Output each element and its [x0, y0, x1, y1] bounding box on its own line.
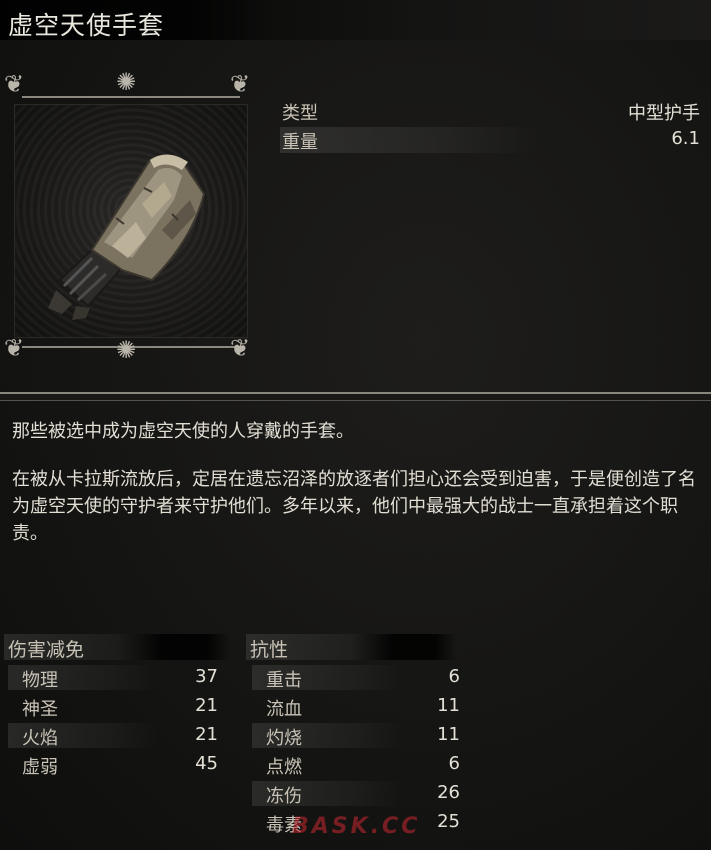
ornament-bottom-right-icon: ❦: [230, 334, 251, 362]
resistance-value: 11: [437, 695, 460, 716]
resistance-row: 重击 6: [252, 664, 460, 691]
resistance-label: 点燃: [266, 757, 302, 778]
damage-value: 37: [195, 666, 218, 687]
damage-value: 21: [195, 724, 218, 745]
resistance-title: 抗性: [250, 639, 289, 661]
ornament-top-left-icon: ❦: [4, 70, 25, 98]
stat-value: 6.1: [671, 128, 700, 149]
damage-reduction-header: 伤害减免: [4, 634, 230, 661]
damage-row: 火焰 21: [8, 722, 218, 749]
item-title: 虚空天使手套: [8, 11, 165, 40]
damage-row: 物理 37: [8, 664, 218, 691]
resistance-header: 抗性: [246, 634, 456, 661]
description-line: 那些被选中成为虚空天使的人穿戴的手套。: [12, 421, 354, 442]
stat-row-weight: 重量 6.1: [280, 127, 702, 153]
frame-top-line: [22, 96, 240, 98]
gauntlet-icon: [48, 154, 206, 320]
resistance-row: 流血 11: [252, 693, 460, 720]
resistance-value: 11: [437, 724, 460, 745]
resistance-value: 26: [437, 782, 460, 803]
damage-reduction-title: 伤害减免: [8, 639, 85, 661]
resistance-row: 灼烧 11: [252, 722, 460, 749]
stat-row-bg: [280, 127, 540, 153]
resistance-value: 6: [448, 753, 460, 774]
resistance-label: 重击: [266, 670, 302, 691]
stat-value: 中型护手: [628, 103, 700, 124]
resistance-label: 灼烧: [266, 728, 302, 749]
damage-row: 神圣 21: [8, 693, 218, 720]
stat-label: 重量: [282, 132, 318, 153]
ornament-top-right-icon: ❦: [230, 70, 251, 98]
title-bar: 虚空天使手套: [0, 0, 711, 40]
damage-label: 物理: [22, 670, 58, 691]
damage-value: 21: [195, 695, 218, 716]
stat-row-type: 类型 中型护手: [280, 98, 702, 124]
resistance-value: 25: [437, 811, 460, 832]
damage-value: 45: [195, 753, 218, 774]
stat-row-bg: [280, 98, 540, 124]
resistance-value: 6: [448, 666, 460, 687]
stat-label: 类型: [282, 103, 318, 124]
ornament-top-center-icon: ✺: [116, 68, 137, 96]
ornament-bottom-left-icon: ❦: [4, 334, 25, 362]
resistance-label: 冻伤: [266, 786, 302, 807]
damage-label: 虚弱: [22, 757, 58, 778]
resistance-row: 点燃 6: [252, 751, 460, 778]
watermark: BASK.CC: [292, 814, 421, 839]
damage-label: 火焰: [22, 728, 58, 749]
damage-row: 虚弱 45: [8, 751, 218, 778]
damage-label: 神圣: [22, 699, 58, 720]
description-paragraph: 在被从卡拉斯流放后，定居在遗忘沼泽的放逐者们担心还会受到迫害，于是便创造了名为虚…: [12, 469, 696, 544]
resistance-label: 流血: [266, 699, 302, 720]
resistance-row: 冻伤 26: [252, 780, 460, 807]
section-divider: [0, 392, 711, 401]
item-image-frame: ❦ ✺ ❦ ❦ ✺ ❦: [2, 70, 260, 370]
ornament-bottom-center-icon: ✺: [116, 336, 137, 364]
